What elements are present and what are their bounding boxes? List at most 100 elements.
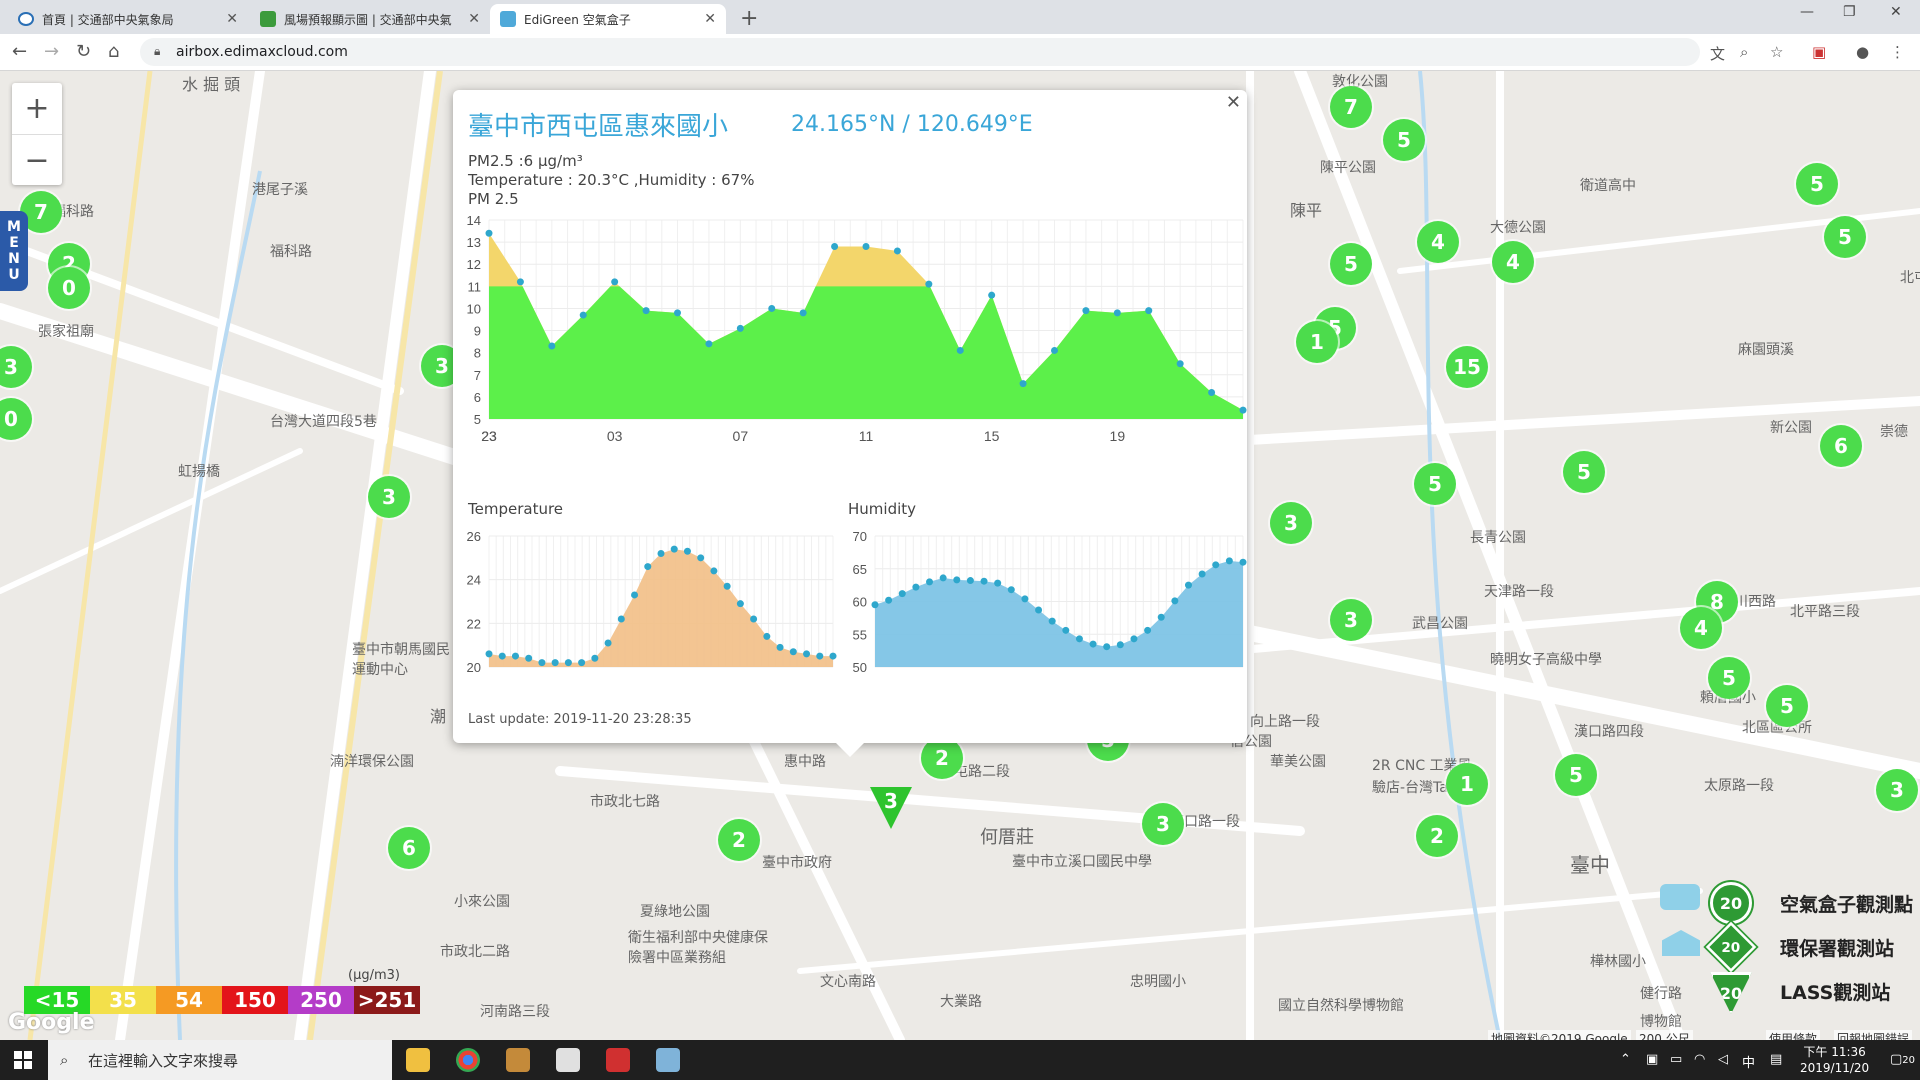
zoom-out-button[interactable]: − (12, 135, 62, 186)
data-point (898, 590, 906, 598)
data-point (564, 659, 572, 667)
close-icon[interactable]: ✕ (226, 11, 238, 27)
airbox-marker[interactable]: 5 (1766, 685, 1808, 727)
airbox-marker[interactable]: 2 (1416, 815, 1458, 857)
clock[interactable]: 下午 11:36 2019/11/20 (1800, 1044, 1869, 1076)
airbox-legend-label: 空氣盒子觀測點 (1780, 894, 1914, 916)
data-point (1019, 380, 1027, 388)
airbox-marker[interactable]: 5 (1383, 119, 1425, 161)
airbox-marker[interactable]: 5 (1824, 216, 1866, 258)
map-label: 麻園頭溪 (1738, 342, 1794, 358)
address-bar: ← → ↻ ⌂ 🔒︎ airbox.edimaxcloud.com 文 ⌕ ☆ … (0, 34, 1920, 71)
profile-icon[interactable]: ● (1856, 43, 1869, 61)
map-label: 臺中市朝馬國民運動中心 (352, 642, 450, 678)
app-icon[interactable] (606, 1048, 630, 1072)
airbox-marker[interactable]: 6 (1820, 425, 1862, 467)
airbox-marker[interactable]: 3 (368, 476, 410, 518)
y-tick-label: 60 (853, 595, 867, 610)
notification-icon[interactable]: ▢20 (1890, 1052, 1915, 1067)
y-tick-label: 13 (467, 235, 481, 250)
wifi-icon[interactable]: ◠ (1694, 1052, 1705, 1067)
app-icon[interactable] (506, 1048, 530, 1072)
airbox-marker[interactable]: 0 (48, 267, 90, 309)
tray-up-icon[interactable]: ⌃ (1620, 1052, 1631, 1067)
airbox-marker[interactable]: 3 (1270, 502, 1312, 544)
url-box[interactable] (140, 38, 1700, 66)
airbox-marker[interactable]: 5 (1330, 243, 1372, 285)
airbox-marker[interactable]: 5 (1563, 451, 1605, 493)
keyboard-icon[interactable]: ▤ (1770, 1052, 1782, 1067)
new-tab-button[interactable]: + (740, 6, 758, 31)
windows-start-icon[interactable] (14, 1051, 32, 1069)
minimize-button[interactable]: — (1800, 4, 1814, 20)
airbox-marker[interactable]: 5 (1414, 463, 1456, 505)
pm25-chart: 56789101112131423 03 07 11 15 1923 (467, 213, 1247, 444)
close-window-button[interactable]: ✕ (1890, 4, 1902, 20)
file-explorer-icon[interactable] (406, 1048, 430, 1072)
map-label: 漢口路四段 (1574, 724, 1644, 740)
data-point (1051, 346, 1058, 354)
home-icon[interactable]: ⌂ (108, 41, 119, 62)
chrome-icon[interactable] (456, 1048, 480, 1072)
data-point (611, 278, 619, 286)
airbox-marker[interactable]: 4 (1492, 241, 1534, 283)
airbox-marker[interactable]: 1 (1446, 763, 1488, 805)
lock-icon[interactable]: 🔒︎ (154, 44, 160, 59)
pm25-chart-label: PM 2.5 (468, 190, 519, 208)
temperature-chart: 20 22 24 26 (467, 529, 837, 675)
airbox-marker[interactable]: 4 (1417, 221, 1459, 263)
zoom-icon[interactable]: ⌕ (1740, 43, 1748, 61)
volume-icon[interactable]: ◁ (1718, 1052, 1728, 1067)
close-icon[interactable]: ✕ (468, 11, 480, 27)
tray-battery-icon[interactable]: ▭ (1670, 1052, 1682, 1067)
data-point (980, 577, 988, 585)
tab-title: EdiGreen 空氣盒子 (524, 12, 631, 27)
star-icon[interactable]: ☆ (1770, 43, 1783, 61)
data-point (1035, 606, 1043, 614)
data-point (1225, 557, 1233, 565)
data-point (1198, 570, 1206, 578)
menu-dots-icon[interactable]: ⋮ (1890, 43, 1905, 61)
airbox-marker[interactable]: 3 (1142, 803, 1184, 845)
close-icon[interactable]: ✕ (1226, 92, 1241, 113)
airbox-marker[interactable]: 5 (1796, 163, 1838, 205)
airbox-marker[interactable]: 2 (921, 737, 963, 779)
data-point (994, 579, 1002, 587)
map-label: 大業路 (940, 994, 982, 1010)
airbox-marker[interactable]: 15 (1446, 346, 1488, 388)
back-icon[interactable]: ← (12, 41, 27, 62)
airbox-marker[interactable]: 1 (1296, 321, 1338, 363)
map-label: 武昌公園 (1412, 616, 1468, 632)
ime-indicator[interactable]: 中 (1742, 1052, 1755, 1071)
url-text[interactable]: airbox.edimaxcloud.com (176, 44, 348, 60)
airbox-marker[interactable]: 7 (1330, 86, 1372, 128)
map-label: 何厝莊 (980, 827, 1034, 848)
menu-button[interactable]: MENU (0, 211, 28, 291)
restore-button[interactable]: ❐ (1843, 4, 1856, 20)
airbox-marker[interactable]: 5 (1708, 657, 1750, 699)
taskbar-search[interactable]: ⌕ 在這裡輸入文字來搜尋 (48, 1040, 392, 1080)
data-point (789, 648, 797, 656)
tab-cwb-home[interactable]: 首頁 | 交通部中央氣象局 ✕ (8, 4, 248, 34)
airbox-marker[interactable]: 5 (1555, 754, 1597, 796)
airbox-marker[interactable]: 3 (1876, 769, 1918, 811)
tab-edigreen[interactable]: EdiGreen 空氣盒子 ✕ (490, 4, 726, 34)
reload-icon[interactable]: ↻ (76, 41, 91, 62)
airbox-marker[interactable]: 2 (718, 819, 760, 861)
app-icon[interactable] (656, 1048, 680, 1072)
forward-icon[interactable]: → (44, 41, 59, 62)
extension-icon[interactable]: ▣ (1812, 43, 1826, 61)
close-icon[interactable]: ✕ (704, 11, 716, 27)
map-label: 港尾子溪 (252, 182, 308, 198)
app-icon[interactable] (556, 1048, 580, 1072)
aqi-level: 250 (288, 986, 354, 1014)
translate-icon[interactable]: 文 (1710, 43, 1725, 64)
airbox-marker[interactable]: 6 (388, 827, 430, 869)
map-label: 水 掘 頭 (182, 75, 241, 94)
aqi-level: 35 (90, 986, 156, 1014)
tray-security-icon[interactable]: ▣ (1646, 1052, 1658, 1067)
data-point (1171, 597, 1179, 605)
tab-wind-forecast[interactable]: 風場預報顯示圖 | 交通部中央氣 ✕ (250, 4, 490, 34)
airbox-marker[interactable]: 3 (1330, 599, 1372, 641)
zoom-in-button[interactable]: + (12, 83, 62, 135)
